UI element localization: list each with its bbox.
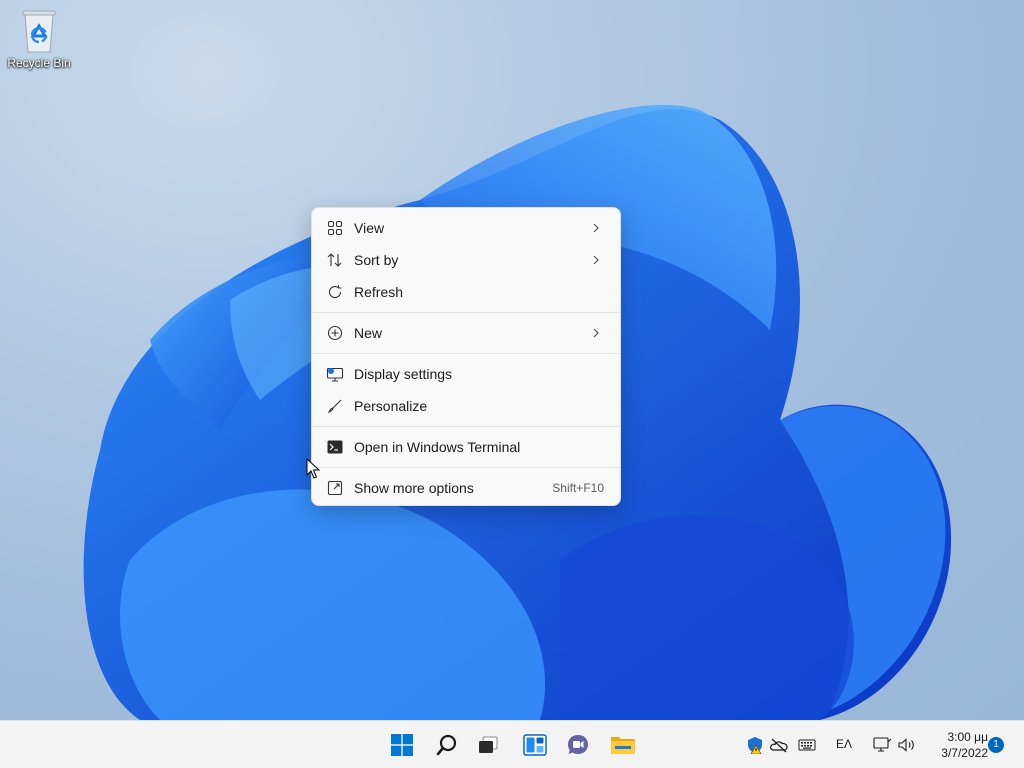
menu-item-label: View <box>354 220 385 236</box>
chat-button[interactable] <box>560 727 596 763</box>
menu-separator <box>312 426 620 427</box>
grid-icon <box>326 219 344 237</box>
menu-item-label: Refresh <box>354 284 404 300</box>
menu-item-view[interactable]: View <box>316 212 616 244</box>
widgets-button[interactable] <box>517 727 553 763</box>
taskbar-clock[interactable]: 3:00 μμ 3/7/2022 <box>926 729 988 761</box>
keyboard-icon[interactable] <box>797 735 817 755</box>
menu-item-label: Open in Windows Terminal <box>354 439 521 455</box>
desktop-background[interactable]: Recycle Bin View Sort by Refresh New Dis… <box>0 0 1024 720</box>
widgets-icon <box>523 734 547 756</box>
menu-item-label: Display settings <box>354 366 453 382</box>
file-explorer-icon <box>611 737 635 754</box>
menu-item-open-terminal[interactable]: Open in Windows Terminal <box>316 431 616 463</box>
chevron-right-icon <box>588 252 604 268</box>
defender-shield-icon[interactable] <box>745 735 765 755</box>
network-icon[interactable] <box>872 735 892 755</box>
desktop-context-menu: View Sort by Refresh New Display setting… <box>311 207 621 506</box>
menu-separator <box>312 312 620 313</box>
task-view-button[interactable] <box>470 727 506 763</box>
taskbar: ΕΛ 3:00 μμ 3/7/2022 1 <box>0 720 1024 768</box>
menu-item-personalize[interactable]: Personalize <box>316 390 616 422</box>
more-options-icon <box>326 479 344 497</box>
menu-item-refresh[interactable]: Refresh <box>316 276 616 308</box>
windows-logo-icon <box>391 734 413 756</box>
clock-date: 3/7/2022 <box>941 746 988 760</box>
recycle-bin-icon <box>22 10 56 53</box>
menu-item-sort-by[interactable]: Sort by <box>316 244 616 276</box>
brush-icon <box>326 397 344 415</box>
display-settings-icon <box>326 365 344 383</box>
menu-item-new[interactable]: New <box>316 317 616 349</box>
recycle-bin-label: Recycle Bin <box>7 56 71 70</box>
onedrive-offline-icon[interactable] <box>769 735 789 755</box>
chevron-right-icon <box>588 220 604 236</box>
shortcut-hint: Shift+F10 <box>552 481 604 495</box>
menu-item-show-more-options[interactable]: Show more options Shift+F10 <box>316 472 616 504</box>
menu-item-label: Show more options <box>354 480 474 496</box>
file-explorer-button[interactable] <box>605 727 641 763</box>
start-button[interactable] <box>384 727 420 763</box>
terminal-icon <box>326 438 344 456</box>
menu-item-label: Personalize <box>354 398 428 414</box>
menu-item-label: Sort by <box>354 252 399 268</box>
notification-badge[interactable]: 1 <box>988 737 1004 753</box>
recycle-bin-desktop-icon[interactable]: Recycle Bin <box>4 8 74 70</box>
volume-icon[interactable] <box>897 735 917 755</box>
refresh-icon <box>326 283 344 301</box>
menu-separator <box>312 467 620 468</box>
sort-arrows-icon <box>326 251 344 269</box>
input-language-indicator[interactable]: ΕΛ <box>836 737 852 751</box>
task-view-icon <box>479 736 498 753</box>
menu-item-label: New <box>354 325 383 341</box>
chat-icon <box>568 735 588 754</box>
chevron-right-icon <box>588 325 604 341</box>
plus-circle-icon <box>326 324 344 342</box>
menu-item-display-settings[interactable]: Display settings <box>316 358 616 390</box>
search-button[interactable] <box>429 727 465 763</box>
clock-time: 3:00 μμ <box>947 730 988 744</box>
mouse-pointer-icon <box>306 458 320 479</box>
menu-separator <box>312 353 620 354</box>
search-icon <box>436 734 457 756</box>
